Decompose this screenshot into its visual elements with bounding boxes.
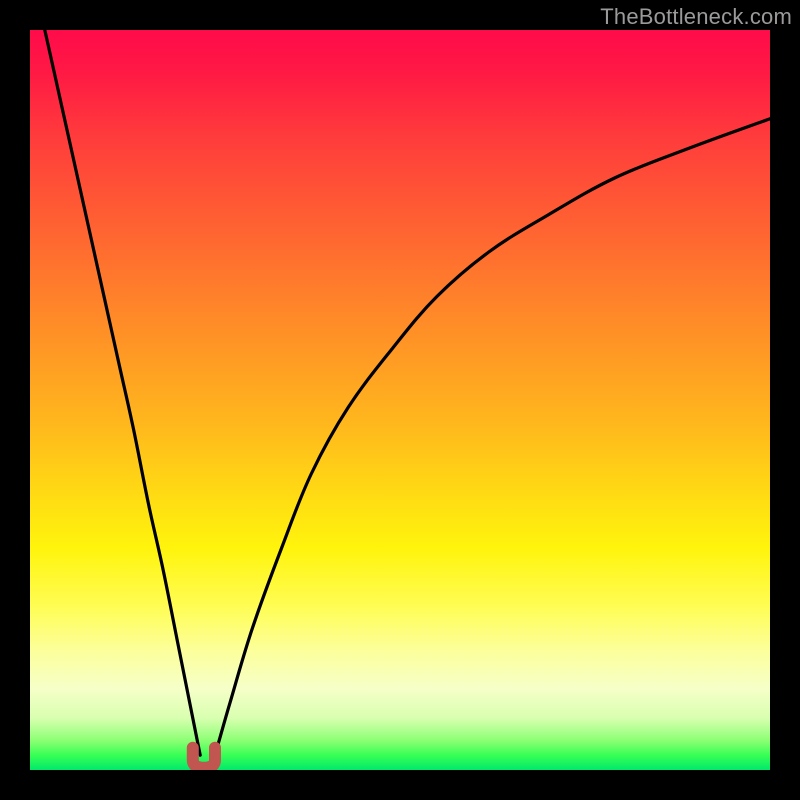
series-right-branch [215,119,770,755]
series-left-branch [45,30,200,755]
plot-area [30,30,770,770]
u-marker [193,748,215,768]
watermark-text: TheBottleneck.com [600,4,792,30]
u-marker-icon [193,748,215,768]
left-branch-path [45,30,200,755]
right-branch-path [215,119,770,755]
chart-frame: TheBottleneck.com [0,0,800,800]
bottleneck-curve [30,30,770,770]
